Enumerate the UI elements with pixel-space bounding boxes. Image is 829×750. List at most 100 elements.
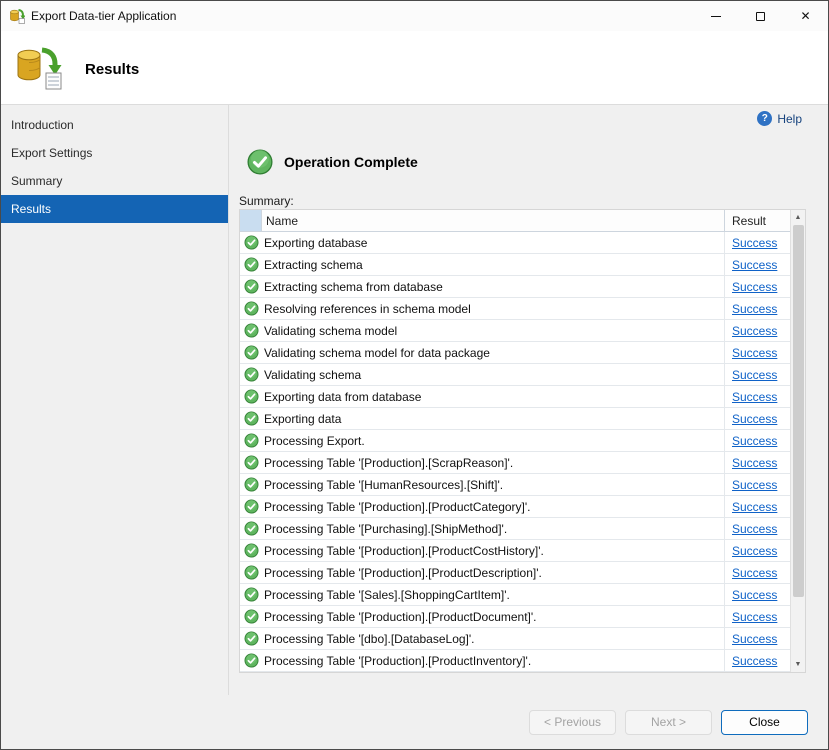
row-name-cell: Extracting schema from database — [262, 280, 724, 294]
table-row[interactable]: Processing Table '[Sales].[ShoppingCartI… — [240, 584, 790, 606]
success-link[interactable]: Success — [732, 390, 777, 404]
success-link[interactable]: Success — [732, 544, 777, 558]
success-check-icon — [244, 389, 259, 404]
close-icon: ✕ — [800, 9, 810, 23]
success-check-icon — [244, 477, 259, 492]
row-status-cell — [240, 235, 262, 250]
export-dac-icon — [13, 45, 65, 94]
sidebar-item-introduction[interactable]: Introduction — [1, 111, 228, 139]
operation-success-icon — [247, 149, 273, 175]
table-row[interactable]: Processing Export. Success — [240, 430, 790, 452]
success-check-icon — [244, 565, 259, 580]
sidebar-item-export-settings[interactable]: Export Settings — [1, 139, 228, 167]
table-row[interactable]: Processing Table '[Production].[ScrapRea… — [240, 452, 790, 474]
table-row[interactable]: Resolving references in schema model Suc… — [240, 298, 790, 320]
minimize-icon — [711, 16, 721, 17]
success-check-icon — [244, 323, 259, 338]
table-row[interactable]: Extracting schema from database Success — [240, 276, 790, 298]
table-row[interactable]: Processing Table '[Production].[ProductI… — [240, 650, 790, 672]
scroll-up-icon[interactable]: ▲ — [791, 210, 806, 225]
success-check-icon — [244, 279, 259, 294]
row-result-cell: Success — [724, 628, 790, 649]
row-status-cell — [240, 609, 262, 624]
operation-status: Operation Complete — [247, 149, 418, 175]
row-name-cell: Processing Table '[HumanResources].[Shif… — [262, 478, 724, 492]
help-icon: ? — [757, 111, 772, 126]
wizard-steps-sidebar: Introduction Export Settings Summary Res… — [1, 105, 229, 695]
table-row[interactable]: Exporting database Success — [240, 232, 790, 254]
table-row[interactable]: Exporting data Success — [240, 408, 790, 430]
row-status-cell — [240, 389, 262, 404]
sidebar-item-results[interactable]: Results — [1, 195, 228, 223]
next-button[interactable]: Next > — [625, 710, 712, 735]
minimize-button[interactable] — [693, 1, 738, 31]
summary-label: Summary: — [239, 194, 294, 208]
success-check-icon — [244, 345, 259, 360]
success-link[interactable]: Success — [732, 368, 777, 382]
operation-status-title: Operation Complete — [284, 154, 418, 170]
previous-button[interactable]: < Previous — [529, 710, 616, 735]
results-table-grid: Name Result Exporting database Success — [240, 210, 790, 672]
results-table-header: Name Result — [240, 210, 790, 232]
success-link[interactable]: Success — [732, 302, 777, 316]
table-scrollbar[interactable]: ▲ ▼ — [790, 210, 805, 672]
maximize-button[interactable] — [738, 1, 783, 31]
success-link[interactable]: Success — [732, 434, 777, 448]
row-name-cell: Exporting data — [262, 412, 724, 426]
row-result-cell: Success — [724, 386, 790, 407]
success-link[interactable]: Success — [732, 632, 777, 646]
row-status-cell — [240, 367, 262, 382]
table-row[interactable]: Validating schema model for data package… — [240, 342, 790, 364]
success-link[interactable]: Success — [732, 456, 777, 470]
help-label: Help — [777, 112, 802, 126]
name-column-header[interactable]: Name — [262, 210, 724, 231]
success-link[interactable]: Success — [732, 522, 777, 536]
close-button[interactable]: Close — [721, 710, 808, 735]
success-link[interactable]: Success — [732, 500, 777, 514]
wizard-body: Introduction Export Settings Summary Res… — [1, 105, 828, 695]
row-name-cell: Exporting data from database — [262, 390, 724, 404]
table-row[interactable]: Exporting data from database Success — [240, 386, 790, 408]
table-row[interactable]: Validating schema model Success — [240, 320, 790, 342]
window-title: Export Data-tier Application — [31, 9, 176, 23]
success-check-icon — [244, 631, 259, 646]
success-link[interactable]: Success — [732, 324, 777, 338]
success-check-icon — [244, 587, 259, 602]
success-link[interactable]: Success — [732, 412, 777, 426]
success-link[interactable]: Success — [732, 346, 777, 360]
row-result-cell: Success — [724, 540, 790, 561]
row-result-cell: Success — [724, 452, 790, 473]
row-result-cell: Success — [724, 518, 790, 539]
success-link[interactable]: Success — [732, 588, 777, 602]
table-row[interactable]: Extracting schema Success — [240, 254, 790, 276]
row-status-cell — [240, 565, 262, 580]
success-check-icon — [244, 499, 259, 514]
table-row[interactable]: Processing Table '[Production].[ProductD… — [240, 606, 790, 628]
sidebar-item-summary[interactable]: Summary — [1, 167, 228, 195]
table-row[interactable]: Validating schema Success — [240, 364, 790, 386]
table-row[interactable]: Processing Table '[Production].[ProductC… — [240, 496, 790, 518]
help-link[interactable]: ? Help — [757, 111, 802, 126]
results-table-body: Exporting database Success Extracting sc… — [240, 232, 790, 672]
scroll-down-icon[interactable]: ▼ — [791, 657, 806, 672]
success-link[interactable]: Success — [732, 654, 777, 668]
success-link[interactable]: Success — [732, 236, 777, 250]
scrollbar-thumb[interactable] — [793, 225, 804, 597]
success-check-icon — [244, 653, 259, 668]
table-row[interactable]: Processing Table '[Production].[ProductD… — [240, 562, 790, 584]
status-icon-column-header[interactable] — [240, 210, 262, 231]
success-link[interactable]: Success — [732, 280, 777, 294]
success-link[interactable]: Success — [732, 610, 777, 624]
close-window-button[interactable]: ✕ — [783, 1, 828, 31]
table-row[interactable]: Processing Table '[dbo].[DatabaseLog]'. … — [240, 628, 790, 650]
table-row[interactable]: Processing Table '[Purchasing].[ShipMeth… — [240, 518, 790, 540]
success-link[interactable]: Success — [732, 258, 777, 272]
row-status-cell — [240, 455, 262, 470]
row-result-cell: Success — [724, 430, 790, 451]
success-link[interactable]: Success — [732, 566, 777, 580]
table-row[interactable]: Processing Table '[Production].[ProductC… — [240, 540, 790, 562]
result-column-header[interactable]: Result — [724, 210, 790, 231]
row-result-cell: Success — [724, 342, 790, 363]
success-link[interactable]: Success — [732, 478, 777, 492]
table-row[interactable]: Processing Table '[HumanResources].[Shif… — [240, 474, 790, 496]
